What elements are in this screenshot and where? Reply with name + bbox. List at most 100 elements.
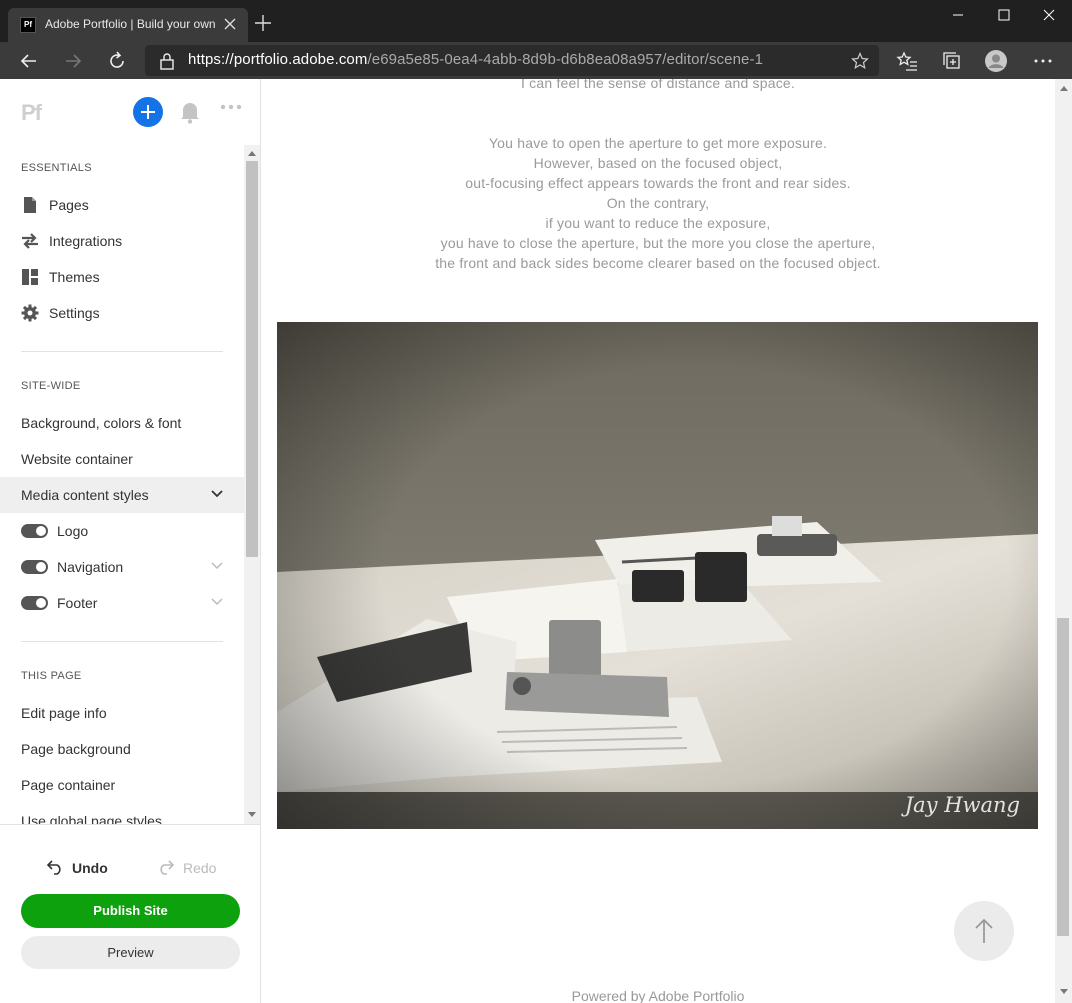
arrow-up-icon	[975, 918, 993, 943]
maximize-icon[interactable]	[981, 0, 1027, 30]
url-text: https://portfolio.adobe.com/e69a5e85-0ea…	[188, 51, 763, 68]
redo-button[interactable]: Redo	[157, 857, 227, 879]
sidebar-item-media-content-styles[interactable]: Media content styles	[0, 477, 244, 513]
photo-cameras-on-books[interactable]: Jay Hwang	[277, 322, 1038, 829]
bell-icon[interactable]	[179, 100, 201, 124]
sidebar-toggle-footer[interactable]: Footer	[0, 585, 244, 621]
sidebar-item-label: Edit page info	[21, 705, 107, 721]
window-close-icon[interactable]	[1026, 0, 1072, 30]
photo-illustration	[277, 322, 1038, 829]
favorite-star-icon[interactable]	[851, 52, 869, 70]
divider	[21, 641, 223, 642]
text-line: You have to open the aperture to get mor…	[488, 135, 828, 151]
scroll-up-arrow-icon[interactable]	[1060, 85, 1068, 91]
sidebar-scrollbar-thumb[interactable]	[246, 161, 258, 557]
text-line: you have to close the aperture, but the …	[440, 235, 876, 251]
browser-toolbar: https://portfolio.adobe.com/e69a5e85-0ea…	[0, 42, 1072, 79]
scroll-down-arrow-icon[interactable]	[1060, 989, 1068, 995]
undo-button[interactable]: Undo	[46, 857, 116, 879]
powered-by-footer[interactable]: Powered by Adobe Portfolio	[261, 988, 1055, 1003]
sidebar-scrollbar[interactable]	[244, 145, 260, 824]
page-scrollbar[interactable]	[1055, 79, 1072, 1003]
page-canvas: I can feel the sense of distance and spa…	[261, 79, 1055, 1003]
browser-titlebar: Pf Adobe Portfolio | Build your own	[0, 0, 1072, 42]
tab-title: Adobe Portfolio | Build your own	[45, 17, 216, 31]
sidebar-footer: Undo Redo Publish Site Preview	[0, 824, 260, 1003]
publish-site-button[interactable]: Publish Site	[21, 894, 240, 928]
sidebar-item-label: Media content styles	[21, 487, 149, 503]
sidebar-item-page-container[interactable]: Page container	[0, 767, 244, 803]
section-heading-essentials: ESSENTIALS	[21, 162, 92, 174]
back-to-top-button[interactable]	[954, 901, 1014, 961]
favorites-list-icon[interactable]	[896, 50, 918, 72]
text-line-partial: I can feel the sense of distance and spa…	[521, 79, 795, 91]
forward-icon[interactable]	[62, 50, 84, 72]
sidebar-item-integrations[interactable]: Integrations	[0, 223, 244, 259]
sidebar-toggle-navigation[interactable]: Navigation	[0, 549, 244, 585]
sidebar-item-edit-page-info[interactable]: Edit page info	[0, 695, 244, 731]
sidebar-item-label: Themes	[49, 269, 100, 285]
sidebar-item-label: Website container	[21, 451, 133, 467]
sidebar-item-label: Footer	[57, 595, 98, 611]
lock-icon	[160, 53, 174, 70]
new-tab-icon[interactable]	[254, 14, 272, 32]
profile-avatar-icon[interactable]	[985, 50, 1007, 72]
chevron-down-icon[interactable]	[210, 561, 224, 571]
sidebar-item-use-global-page-styles[interactable]: Use global page styles	[0, 803, 244, 824]
sidebar-item-pages[interactable]: Pages	[0, 187, 244, 223]
sidebar-item-settings[interactable]: Settings	[0, 295, 244, 331]
redo-icon	[160, 860, 175, 875]
page-scrollbar-thumb[interactable]	[1057, 618, 1069, 936]
scroll-up-arrow-icon[interactable]	[248, 150, 256, 156]
url-path: /e69a5e85-0ea4-4abb-8d9b-d6b8ea08a957/ed…	[367, 51, 764, 68]
text-line: However, based on the focused object,	[533, 155, 783, 171]
preview-button[interactable]: Preview	[21, 936, 240, 969]
photo-watermark: Jay Hwang	[904, 793, 1020, 817]
section-heading-sitewide: SITE-WIDE	[21, 380, 81, 392]
logo-toggle-switch[interactable]	[21, 524, 48, 538]
page-icon	[24, 197, 36, 213]
collections-icon[interactable]	[941, 50, 963, 72]
close-tab-icon[interactable]	[222, 16, 238, 32]
sidebar-item-label: Navigation	[57, 559, 124, 575]
sidebar-item-label: Settings	[49, 305, 100, 321]
scroll-down-arrow-icon[interactable]	[248, 812, 256, 818]
more-options-icon[interactable]	[220, 102, 242, 112]
refresh-icon[interactable]	[106, 50, 128, 72]
minimize-icon[interactable]	[935, 0, 981, 30]
portfolio-logo: Pf	[21, 100, 42, 125]
chevron-down-icon[interactable]	[210, 597, 224, 607]
sidebar-item-label: Use global page styles	[21, 813, 162, 824]
sidebar-item-themes[interactable]: Themes	[0, 259, 244, 295]
navigation-toggle-switch[interactable]	[21, 560, 48, 574]
back-icon[interactable]	[18, 50, 40, 72]
chevron-down-icon	[211, 490, 223, 498]
sidebar-item-label: Integrations	[49, 233, 123, 249]
gear-icon	[21, 304, 39, 322]
sidebar-scroll-area[interactable]: ESSENTIALS Pages Integrations Themes Set…	[0, 145, 244, 824]
section-heading-this-page: THIS PAGE	[21, 670, 82, 682]
sidebar-item-website-container[interactable]: Website container	[0, 441, 244, 477]
sidebar-toggle-logo[interactable]: Logo	[0, 513, 244, 549]
undo-label: Undo	[72, 860, 108, 876]
text-paragraph[interactable]: You have to open the aperture to get mor…	[261, 133, 1055, 273]
text-line: the front and back sides become clearer …	[435, 255, 881, 271]
sidebar-item-page-background[interactable]: Page background	[0, 731, 244, 767]
sidebar-item-label: Page container	[21, 777, 116, 793]
sidebar-item-label: Background, colors & font	[21, 415, 182, 431]
settings-more-icon[interactable]	[1032, 50, 1054, 72]
divider	[21, 351, 223, 352]
themes-icon	[22, 269, 38, 285]
add-content-button[interactable]	[133, 97, 163, 127]
text-line: if you want to reduce the exposure,	[545, 215, 771, 231]
address-bar[interactable]: https://portfolio.adobe.com/e69a5e85-0ea…	[145, 45, 879, 76]
text-line: out-focusing effect appears towards the …	[465, 175, 851, 191]
sidebar-item-label: Pages	[49, 197, 89, 213]
footer-toggle-switch[interactable]	[21, 596, 48, 610]
integrations-icon	[22, 233, 38, 249]
browser-tab[interactable]: Pf Adobe Portfolio | Build your own	[8, 8, 248, 42]
sidebar-item-label: Page background	[21, 741, 131, 757]
sidebar-item-background-colors-font[interactable]: Background, colors & font	[0, 405, 244, 441]
favicon-icon: Pf	[20, 17, 36, 33]
text-line: On the contrary,	[606, 195, 710, 211]
